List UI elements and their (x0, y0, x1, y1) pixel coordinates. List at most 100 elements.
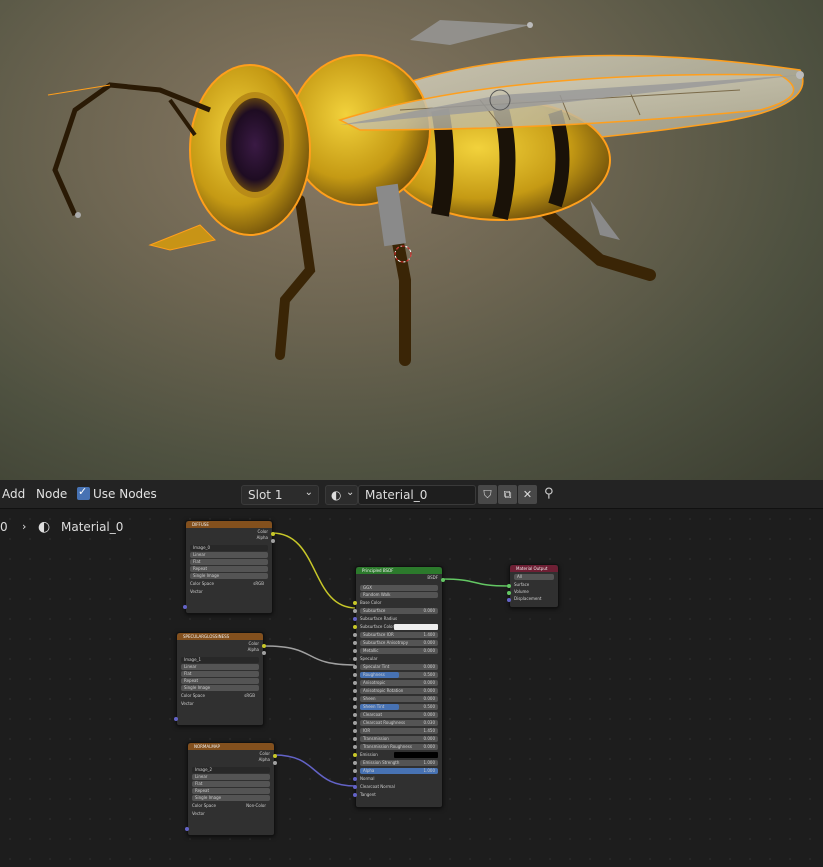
bsdf-input-row[interactable]: Clearcoat 0.000 (353, 711, 442, 719)
source-select[interactable]: Single Image (181, 685, 259, 691)
bsdf-input-row[interactable]: Normal (353, 775, 442, 783)
material-browse-button[interactable]: ◐ ⌄ (325, 485, 358, 505)
bsdf-input-row[interactable]: Sheen Tint 0.500 (353, 703, 442, 711)
bsdf-input-field[interactable]: Clearcoat 0.000 (360, 712, 438, 718)
bsdf-input-field[interactable]: Subsurface Anisotropy 0.000 (360, 640, 438, 646)
extension-select[interactable]: Repeat (181, 678, 259, 684)
socket-input[interactable] (353, 641, 357, 645)
bsdf-input-row[interactable]: Clearcoat Normal (353, 783, 442, 791)
socket-bsdf[interactable] (441, 578, 445, 582)
bsdf-input-field[interactable]: IOR 1.450 (360, 728, 438, 734)
bsdf-input-row[interactable]: Anisotropic 0.000 (353, 679, 442, 687)
bsdf-input-row[interactable]: Transmission 0.000 (353, 735, 442, 743)
socket-vector[interactable] (185, 827, 189, 831)
color-swatch[interactable] (394, 624, 438, 630)
bsdf-input-row[interactable]: Subsurface Anisotropy 0.000 (353, 639, 442, 647)
slot-dropdown[interactable]: Slot 1 ⌄ (241, 485, 319, 505)
projection-select[interactable]: Flat (190, 559, 268, 565)
socket-input[interactable] (353, 689, 357, 693)
socket-input[interactable] (353, 617, 357, 621)
extension-select[interactable]: Repeat (190, 566, 268, 572)
3d-viewport[interactable] (0, 0, 823, 480)
duplicate-material-icon[interactable]: ⧉ (498, 485, 517, 504)
bsdf-input-field[interactable]: Subsurface 0.000 (360, 608, 438, 614)
bsdf-input-field[interactable]: Anisotropic 0.000 (360, 680, 438, 686)
source-select[interactable]: Single Image (190, 573, 268, 579)
socket-input[interactable] (353, 665, 357, 669)
bsdf-input-field[interactable]: Metallic 0.000 (360, 648, 438, 654)
add-menu[interactable]: Add (2, 487, 25, 501)
principled-bsdf-node[interactable]: Principled BSDF BSDF GGX Random Walk Bas… (353, 566, 445, 808)
socket-alpha[interactable] (271, 539, 275, 543)
bsdf-input-row[interactable]: Emission Strength 1.000 (353, 759, 442, 767)
material-output-node[interactable]: Material Output All Surface Volume Displ… (507, 564, 559, 608)
socket-input[interactable] (353, 713, 357, 717)
socket-input[interactable] (353, 633, 357, 637)
image-field[interactable]: Image_1 (181, 657, 259, 663)
socket-input[interactable] (353, 697, 357, 701)
bsdf-input-field[interactable]: Emission Strength 1.000 (360, 760, 438, 766)
bsdf-input-field[interactable]: Roughness 0.500 (360, 672, 438, 678)
socket-input[interactable] (353, 737, 357, 741)
node-menu[interactable]: Node (36, 487, 67, 501)
color-swatch[interactable] (394, 752, 438, 758)
socket-vector[interactable] (183, 605, 187, 609)
socket-input[interactable] (353, 721, 357, 725)
bsdf-input-row[interactable]: Subsurface 0.000 (353, 607, 442, 615)
bsdf-input-field[interactable]: Subsurface IOR 1.400 (360, 632, 438, 638)
image-texture-node-normal[interactable]: NORMALMAP Color Alpha Image_2 Linear Fla… (185, 742, 277, 836)
bsdf-input-field[interactable]: Alpha 1.000 (360, 768, 438, 774)
socket-input[interactable] (353, 657, 357, 661)
bsdf-input-row[interactable]: Transmission Roughness 0.000 (353, 743, 442, 751)
bsdf-input-row[interactable]: Sheen 0.000 (353, 695, 442, 703)
socket-input[interactable] (353, 729, 357, 733)
bsdf-input-row[interactable]: Specular Tint 0.000 (353, 663, 442, 671)
use-nodes-checkbox[interactable] (77, 485, 90, 500)
fake-user-shield-icon[interactable]: ⛉ (478, 485, 497, 504)
socket-alpha[interactable] (262, 651, 266, 655)
subsurface-method-select[interactable]: Random Walk (360, 592, 438, 598)
material-name-field[interactable]: Material_0 (358, 485, 476, 505)
interpolation-select[interactable]: Linear (190, 552, 268, 558)
bsdf-input-row[interactable]: Base Color (353, 599, 442, 607)
interpolation-select[interactable]: Linear (181, 664, 259, 670)
image-field[interactable]: Image_0 (190, 545, 268, 551)
socket-input[interactable] (353, 785, 357, 789)
distribution-select[interactable]: GGX (360, 585, 438, 591)
colorspace-row[interactable]: Color Space sRGB (177, 692, 263, 700)
interpolation-select[interactable]: Linear (192, 774, 270, 780)
socket-displacement[interactable] (507, 598, 511, 602)
socket-alpha[interactable] (273, 761, 277, 765)
pin-icon[interactable]: ⚲ (544, 486, 554, 501)
socket-input[interactable] (353, 769, 357, 773)
image-texture-node-specular[interactable]: SPECULARGLOSSINESS Color Alpha Image_1 L… (174, 632, 266, 726)
socket-input[interactable] (353, 609, 357, 613)
socket-input[interactable] (353, 745, 357, 749)
socket-input[interactable] (353, 705, 357, 709)
source-select[interactable]: Single Image (192, 795, 270, 801)
target-select[interactable]: All (514, 574, 554, 580)
socket-input[interactable] (353, 673, 357, 677)
socket-input[interactable] (353, 649, 357, 653)
bsdf-input-row[interactable]: Subsurface Color (353, 623, 442, 631)
socket-input[interactable] (353, 681, 357, 685)
bsdf-input-row[interactable]: Emission (353, 751, 442, 759)
socket-input[interactable] (353, 625, 357, 629)
bsdf-input-field[interactable]: Transmission Roughness 0.000 (360, 744, 438, 750)
bsdf-input-row[interactable]: Clearcoat Roughness 0.030 (353, 719, 442, 727)
image-texture-node-diffuse[interactable]: DIFFUSE Color Alpha Image_0 Linear Flat … (183, 520, 275, 614)
colorspace-row[interactable]: Color Space sRGB (186, 580, 272, 588)
socket-vector[interactable] (174, 717, 178, 721)
bsdf-input-row[interactable]: Metallic 0.000 (353, 647, 442, 655)
colorspace-row[interactable]: Color Space Non-Color (188, 802, 274, 810)
bsdf-input-row[interactable]: IOR 1.450 (353, 727, 442, 735)
socket-input[interactable] (353, 753, 357, 757)
bsdf-input-row[interactable]: Specular (353, 655, 442, 663)
bsdf-input-row[interactable]: Subsurface IOR 1.400 (353, 631, 442, 639)
unlink-close-icon[interactable]: ✕ (518, 485, 537, 504)
bsdf-input-field[interactable]: Sheen 0.000 (360, 696, 438, 702)
socket-input[interactable] (353, 761, 357, 765)
socket-input[interactable] (353, 777, 357, 781)
bsdf-input-row[interactable]: Roughness 0.500 (353, 671, 442, 679)
socket-input[interactable] (353, 601, 357, 605)
